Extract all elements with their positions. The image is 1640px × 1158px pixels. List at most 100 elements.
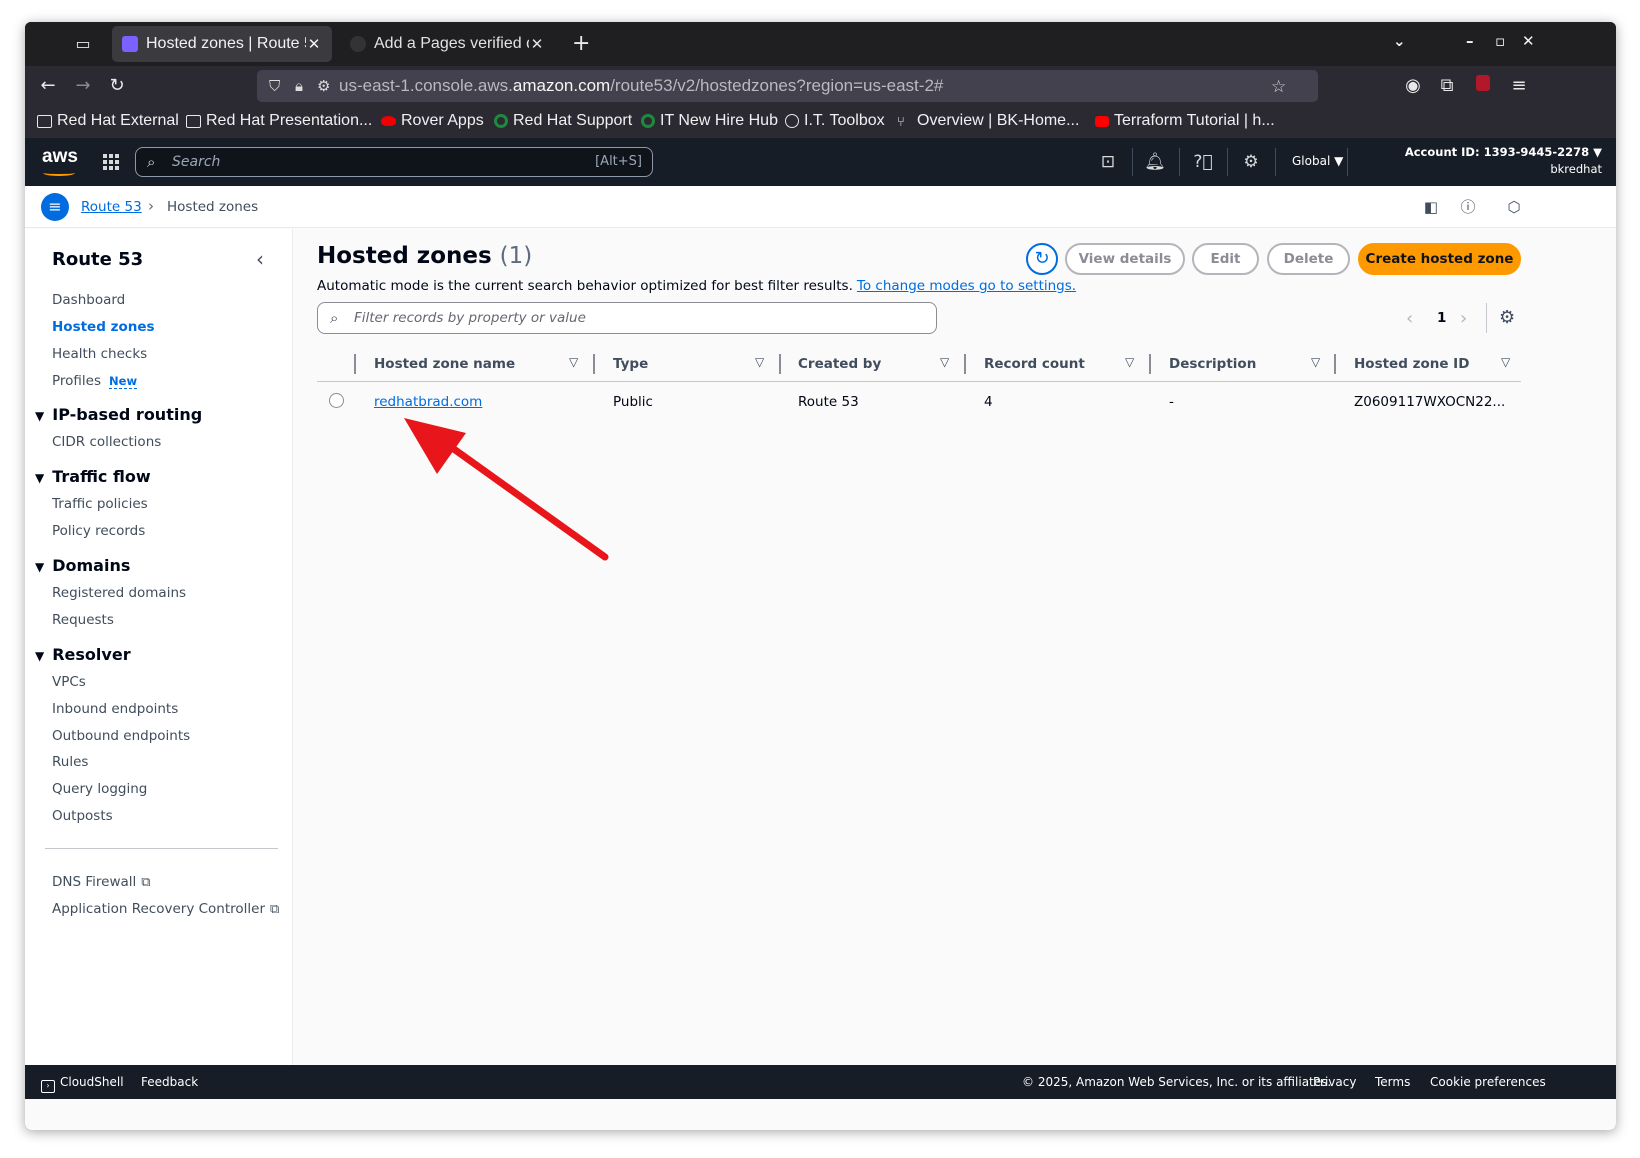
feedback-button[interactable]: Feedback bbox=[141, 1075, 198, 1089]
filter-input[interactable]: ⌕ Filter records by property or value bbox=[317, 302, 937, 334]
sidebar-item-health-checks[interactable]: Health checks bbox=[52, 346, 147, 362]
create-hosted-zone-button[interactable]: Create hosted zone bbox=[1358, 243, 1521, 275]
sort-icon[interactable]: ▽ bbox=[755, 355, 764, 369]
menu-icon[interactable]: ≡ bbox=[1507, 74, 1531, 98]
breadcrumb-route53[interactable]: Route 53 bbox=[81, 199, 142, 215]
col-hosted-zone-id[interactable]: Hosted zone ID bbox=[1354, 356, 1469, 372]
cloudshell-icon[interactable]: ⊡ bbox=[1096, 150, 1120, 174]
sort-icon[interactable]: ▽ bbox=[569, 355, 578, 369]
col-type[interactable]: Type bbox=[613, 356, 648, 372]
sidebar-item-inbound-endpoints[interactable]: Inbound endpoints bbox=[52, 701, 178, 717]
info-icon[interactable]: ⓘ bbox=[1457, 196, 1479, 218]
col-description[interactable]: Description bbox=[1169, 356, 1256, 372]
bookmark-rover-apps[interactable]: Rover Apps bbox=[381, 112, 484, 130]
refresh-button[interactable]: ↻ bbox=[1026, 243, 1058, 275]
sidebar-item-traffic-policies[interactable]: Traffic policies bbox=[52, 496, 148, 512]
sidebar-item-dashboard[interactable]: Dashboard bbox=[52, 292, 125, 308]
account-icon[interactable]: ◉ bbox=[1401, 74, 1425, 98]
sidebar-section-traffic-flow[interactable]: ▼ Traffic flow bbox=[35, 467, 151, 486]
column-divider bbox=[593, 354, 595, 374]
sidebar-section-resolver[interactable]: ▼ Resolver bbox=[35, 645, 131, 664]
services-grid-icon[interactable] bbox=[103, 154, 119, 170]
new-tab-icon[interactable]: + bbox=[572, 32, 590, 56]
lock-icon[interactable]: 🔒︎ bbox=[295, 77, 303, 95]
close-icon[interactable]: ✕ bbox=[529, 35, 545, 53]
chevron-left-icon[interactable]: ‹ bbox=[256, 247, 264, 271]
shield-icon[interactable]: ⛉ bbox=[269, 77, 280, 95]
maximize-icon[interactable]: ▫ bbox=[1495, 32, 1505, 50]
window-close-icon[interactable]: ✕ bbox=[1522, 32, 1535, 50]
hexagon-icon[interactable]: ⬡ bbox=[1503, 196, 1525, 218]
tab-list-icon[interactable]: ▭ bbox=[71, 32, 95, 56]
cloudshell-button[interactable]: › CloudShell bbox=[41, 1075, 124, 1093]
privacy-link[interactable]: Privacy bbox=[1313, 1075, 1356, 1089]
sidebar-item-query-logging[interactable]: Query logging bbox=[52, 781, 147, 797]
region-selector[interactable]: Global ▼ bbox=[1292, 154, 1343, 168]
extensions-icon[interactable]: ⧉ bbox=[1435, 74, 1459, 98]
view-details-button[interactable]: View details bbox=[1065, 243, 1185, 275]
table-row[interactable]: redhatbrad.com Public Route 53 4 - Z0609… bbox=[317, 382, 1521, 420]
sidebar-item-arc[interactable]: Application Recovery Controller ⧉ bbox=[52, 901, 279, 917]
sidebar-item-registered-domains[interactable]: Registered domains bbox=[52, 585, 186, 601]
permissions-icon[interactable]: ⚙ bbox=[317, 77, 330, 95]
sidebar-item-rules[interactable]: Rules bbox=[52, 754, 88, 770]
account-menu[interactable]: Account ID: 1393-9445-2278 ▼ bkredhat bbox=[1405, 144, 1602, 178]
sidebar-item-vpcs[interactable]: VPCs bbox=[52, 674, 86, 690]
hamburger-menu-icon[interactable]: ≡ bbox=[41, 193, 69, 221]
gear-icon[interactable]: ⚙ bbox=[1239, 150, 1263, 174]
tab-hosted-zones[interactable]: Hosted zones | Route 53 ✕ bbox=[112, 26, 332, 62]
bookmark-red-hat-external[interactable]: Red Hat External bbox=[37, 112, 179, 130]
star-icon[interactable]: ☆ bbox=[1271, 77, 1286, 97]
help-icon[interactable]: ?⃝ bbox=[1191, 150, 1215, 174]
sidebar-item-hosted-zones[interactable]: Hosted zones bbox=[52, 319, 155, 335]
hosted-zone-name-link[interactable]: redhatbrad.com bbox=[374, 394, 482, 410]
sort-icon[interactable]: ▽ bbox=[1125, 355, 1134, 369]
sort-icon[interactable]: ▽ bbox=[1311, 355, 1320, 369]
bookmark-it-toolbox[interactable]: I.T. Toolbox bbox=[785, 112, 885, 130]
cookie-preferences-link[interactable]: Cookie preferences bbox=[1430, 1075, 1546, 1089]
bookmark-overview-bk-home[interactable]: ⑂ Overview | BK-Home... bbox=[897, 112, 1079, 130]
aws-search-input[interactable]: ⌕ Search [Alt+S] bbox=[135, 147, 653, 177]
chevron-left-icon[interactable]: ‹ bbox=[1406, 308, 1413, 329]
minimize-icon[interactable]: – bbox=[1466, 32, 1474, 50]
sidebar-section-domains[interactable]: ▼ Domains bbox=[35, 556, 130, 575]
bookmark-red-hat-support[interactable]: Red Hat Support bbox=[494, 112, 632, 130]
aws-logo[interactable]: aws bbox=[42, 146, 78, 168]
sidebar-item-requests[interactable]: Requests bbox=[52, 612, 114, 628]
table-settings-gear-icon[interactable]: ⚙ bbox=[1499, 307, 1515, 328]
tab-pages-verified[interactable]: Add a Pages verified do ✕ bbox=[340, 26, 555, 62]
page-number[interactable]: 1 bbox=[1437, 310, 1446, 326]
back-arrow-icon[interactable]: ← bbox=[36, 74, 60, 98]
sidebar-item-profiles[interactable]: Profiles New bbox=[52, 373, 138, 389]
close-icon[interactable]: ✕ bbox=[306, 35, 322, 53]
sidebar-item-dns-firewall[interactable]: DNS Firewall ⧉ bbox=[52, 874, 151, 890]
panel-icon[interactable]: ◧ bbox=[1420, 196, 1442, 218]
col-hosted-zone-name[interactable]: Hosted zone name bbox=[374, 356, 515, 372]
column-divider bbox=[779, 354, 781, 374]
forward-arrow-icon[interactable]: → bbox=[71, 74, 95, 98]
edit-button[interactable]: Edit bbox=[1192, 243, 1259, 275]
ublock-icon[interactable] bbox=[1471, 74, 1495, 98]
sidebar-item-policy-records[interactable]: Policy records bbox=[52, 523, 145, 539]
bookmark-it-new-hire-hub[interactable]: IT New Hire Hub bbox=[641, 112, 778, 130]
bookmark-red-hat-presentation[interactable]: Red Hat Presentation... bbox=[186, 112, 372, 130]
terms-link[interactable]: Terms bbox=[1375, 1075, 1410, 1089]
sort-icon[interactable]: ▽ bbox=[1501, 355, 1510, 369]
bell-icon[interactable]: 🔔︎ bbox=[1143, 150, 1167, 174]
delete-button[interactable]: Delete bbox=[1267, 243, 1350, 275]
reload-icon[interactable]: ↻ bbox=[105, 74, 129, 98]
row-select-radio[interactable] bbox=[329, 393, 344, 408]
tab-overflow-chevron-icon[interactable]: ⌄ bbox=[1393, 32, 1406, 50]
sidebar-section-ip-routing[interactable]: ▼ IP-based routing bbox=[35, 405, 202, 424]
col-created-by[interactable]: Created by bbox=[798, 356, 881, 372]
url-text[interactable]: us-east-1.console.aws.amazon.com/route53… bbox=[339, 76, 943, 96]
sidebar-item-outposts[interactable]: Outposts bbox=[52, 808, 113, 824]
col-record-count[interactable]: Record count bbox=[984, 356, 1085, 372]
bookmark-terraform-tutorial[interactable]: Terraform Tutorial | h... bbox=[1095, 112, 1275, 130]
sidebar-item-outbound-endpoints[interactable]: Outbound endpoints bbox=[52, 728, 190, 744]
chevron-right-icon[interactable]: › bbox=[1460, 308, 1467, 329]
url-bar[interactable]: ⛉ 🔒︎ ⚙ us-east-1.console.aws.amazon.com/… bbox=[257, 70, 1318, 102]
sort-icon[interactable]: ▽ bbox=[940, 355, 949, 369]
settings-link[interactable]: To change modes go to settings. bbox=[857, 278, 1076, 294]
sidebar-item-cidr-collections[interactable]: CIDR collections bbox=[52, 434, 161, 450]
